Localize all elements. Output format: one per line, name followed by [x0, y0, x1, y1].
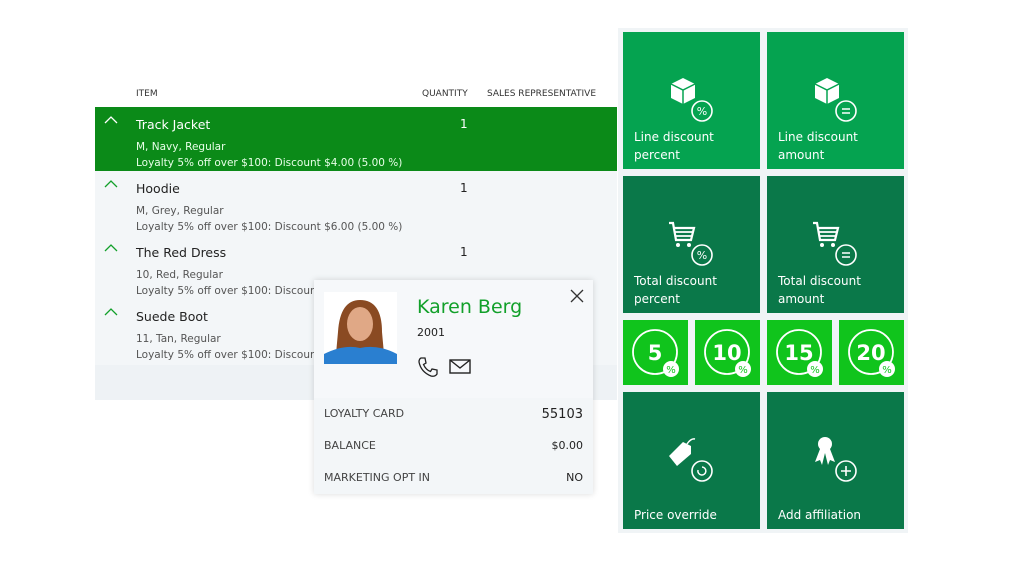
chevron-up-icon[interactable]	[104, 307, 118, 317]
chevron-up-icon[interactable]	[104, 243, 118, 253]
percent-badge-icon: 15%	[776, 329, 823, 377]
quick-discount-5-button[interactable]: 5%	[623, 320, 688, 385]
item-discount: Loyalty 5% off over $100: Discount $7	[136, 285, 338, 297]
percent-symbol: %	[666, 365, 676, 376]
field-label: BALANCE	[324, 439, 376, 452]
customer-photo	[324, 292, 397, 364]
loyalty-card-field: LOYALTY CARD 55103	[324, 407, 583, 422]
cart-equals-icon	[813, 221, 857, 266]
field-label: MARKETING OPT IN	[324, 471, 431, 484]
item-variant: M, Navy, Regular	[136, 141, 226, 153]
header-quantity: QUANTITY	[422, 89, 468, 99]
svg-text:%: %	[697, 249, 707, 262]
customer-id: 2001	[417, 326, 445, 339]
price-override-button[interactable]: Price override	[623, 392, 760, 529]
email-icon[interactable]	[449, 359, 471, 374]
percent-badge-icon: 5%	[632, 329, 679, 377]
balance-field: BALANCE $0.00	[324, 439, 583, 452]
ribbon-add-icon	[815, 437, 857, 482]
percent-symbol: %	[738, 365, 748, 376]
header-sales-rep: SALES REPRESENTATIVE	[487, 89, 597, 99]
discount-value: 20	[856, 341, 885, 365]
tile-label: Add affiliation	[778, 508, 862, 522]
svg-text:%: %	[697, 105, 707, 118]
field-label: LOYALTY CARD	[324, 407, 405, 420]
item-name: Hoodie	[136, 181, 180, 196]
item-variant: 10, Red, Regular	[136, 269, 223, 281]
close-icon[interactable]	[570, 289, 584, 303]
tile-label: Line discount amount	[778, 130, 858, 162]
table-row[interactable]: Hoodie 1 M, Grey, Regular Loyalty 5% off…	[95, 171, 617, 235]
item-name: Suede Boot	[136, 309, 208, 324]
item-discount: Loyalty 5% off over $100: Discount $4.00…	[136, 157, 403, 169]
tile-label: Total discount amount	[778, 274, 861, 306]
percent-badge-icon: 20%	[848, 329, 895, 377]
item-discount: Loyalty 5% off over $100: Discount $6	[136, 349, 338, 361]
customer-header: Karen Berg 2001	[314, 280, 593, 398]
percent-symbol: %	[810, 365, 820, 376]
quick-discount-20-button[interactable]: 20%	[839, 320, 904, 385]
discount-value: 10	[712, 341, 741, 365]
table-row[interactable]: Track Jacket 1 M, Navy, Regular Loyalty …	[95, 107, 617, 171]
item-quantity: 1	[460, 245, 468, 259]
item-variant: 11, Tan, Regular	[136, 333, 221, 345]
table-header: ITEM QUANTITY SALES REPRESENTATIVE	[95, 80, 617, 107]
item-discount: Loyalty 5% off over $100: Discount $6.00…	[136, 221, 403, 233]
header-item: ITEM	[136, 89, 158, 99]
box-percent-icon: %	[670, 78, 713, 122]
item-quantity: 1	[460, 117, 468, 131]
add-affiliation-button[interactable]: Add affiliation	[767, 392, 904, 529]
customer-card: Karen Berg 2001 LOYALTY CARD 55103 BALANC…	[314, 280, 593, 494]
tile-label: Price override	[634, 508, 717, 522]
field-value: 55103	[541, 407, 583, 422]
item-name: The Red Dress	[136, 245, 227, 260]
chevron-up-icon[interactable]	[104, 179, 118, 189]
chevron-up-icon[interactable]	[104, 115, 118, 125]
item-name: Track Jacket	[136, 117, 211, 132]
field-value: NO	[566, 471, 583, 484]
tile-label: Line discount percent	[634, 130, 714, 162]
quick-discount-15-button[interactable]: 15%	[767, 320, 832, 385]
line-discount-percent-button[interactable]: % Line discount percent	[623, 32, 760, 169]
line-discount-amount-button[interactable]: Line discount amount	[767, 32, 904, 169]
marketing-opt-in-field: MARKETING OPT IN NO	[324, 471, 583, 484]
discount-value: 5	[648, 341, 663, 365]
item-quantity: 1	[460, 181, 468, 195]
tag-refresh-icon	[669, 438, 713, 482]
total-discount-percent-button[interactable]: % Total discount percent	[623, 176, 760, 313]
total-discount-amount-button[interactable]: Total discount amount	[767, 176, 904, 313]
tile-label: Total discount percent	[634, 274, 717, 306]
discount-value: 15	[784, 341, 813, 365]
cart-percent-icon: %	[669, 221, 713, 266]
discount-actions-panel: % Line discount percent Line discount am…	[618, 28, 908, 533]
customer-name[interactable]: Karen Berg	[417, 296, 522, 318]
quick-discount-10-button[interactable]: 10%	[695, 320, 760, 385]
percent-symbol: %	[882, 365, 892, 376]
box-equals-icon	[814, 78, 857, 122]
field-value: $0.00	[551, 439, 584, 452]
item-variant: M, Grey, Regular	[136, 205, 224, 217]
phone-icon[interactable]	[417, 356, 439, 378]
percent-badge-icon: 10%	[704, 329, 751, 377]
